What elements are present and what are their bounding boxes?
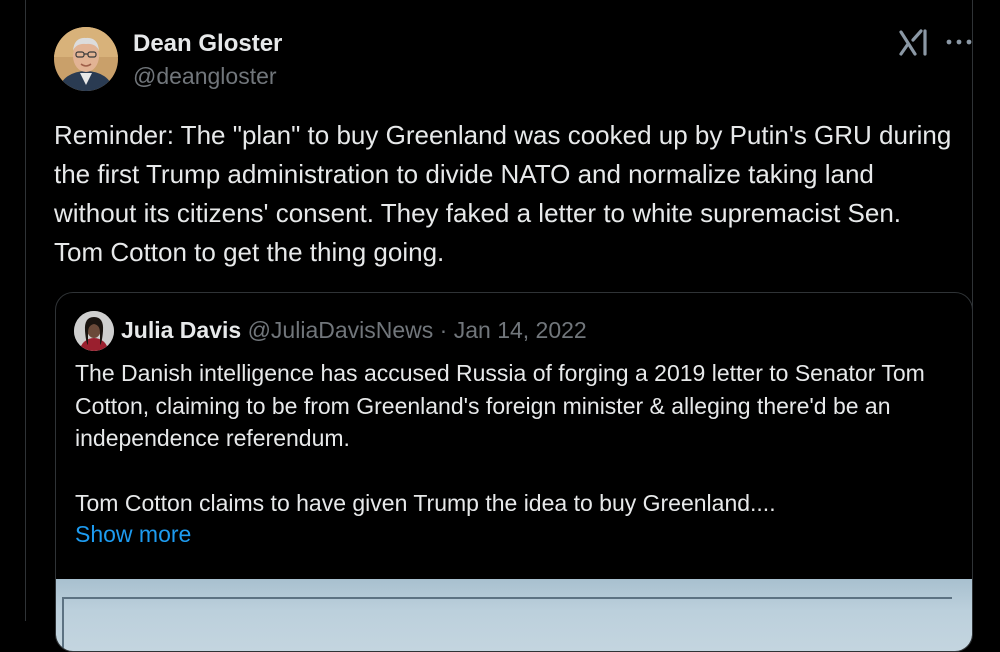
quoted-author-handle[interactable]: @JuliaDavisNews — [248, 317, 434, 343]
author-handle[interactable]: @deangloster — [133, 63, 277, 90]
more-icon[interactable] — [945, 32, 973, 52]
author-avatar[interactable] — [54, 27, 118, 91]
quoted-tweet-text: The Danish intelligence has accused Russ… — [75, 360, 925, 451]
show-more-link[interactable]: Show more — [75, 521, 191, 548]
author-name[interactable]: Dean Gloster — [133, 30, 282, 58]
quoted-author-name[interactable]: Julia Davis — [121, 317, 241, 343]
quoted-tweet-card[interactable]: Julia Davis @JuliaDavisNews · Jan 14, 20… — [55, 292, 973, 652]
quoted-date[interactable]: Jan 14, 2022 — [454, 317, 587, 343]
grok-icon[interactable] — [897, 27, 931, 59]
quoted-separator: · — [433, 317, 454, 343]
quoted-tweet-text-continued: Tom Cotton claims to have given Trump th… — [75, 490, 776, 516]
quoted-tweet-image[interactable] — [56, 579, 972, 651]
document-edge — [62, 597, 64, 651]
quoted-author-avatar[interactable] — [74, 311, 114, 351]
tweet-text: Reminder: The "plan" to buy Greenland wa… — [54, 120, 952, 267]
quoted-tweet-header: Julia Davis @JuliaDavisNews · Jan 14, 20… — [121, 317, 587, 344]
document-border — [62, 597, 952, 599]
